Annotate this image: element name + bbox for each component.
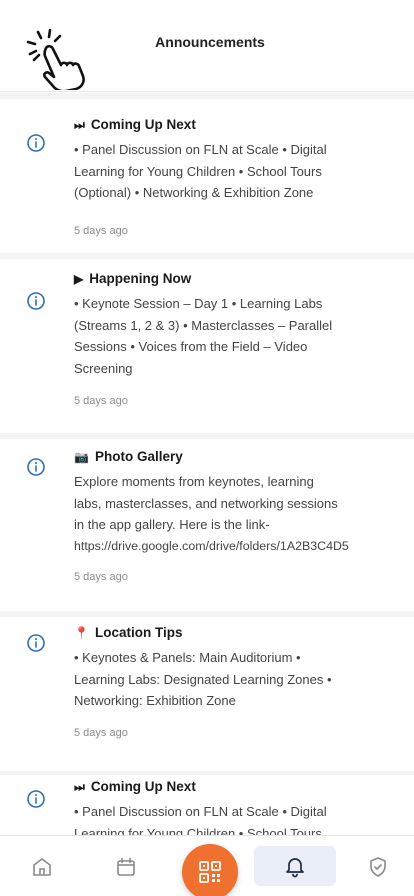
announcement-body: • Panel Discussion on FLN at Scale • Dig…: [74, 142, 327, 200]
announcement-title: 📷 Photo Gallery: [74, 449, 183, 464]
info-icon: [27, 790, 45, 808]
announcement-time: 5 days ago: [74, 395, 128, 407]
announcement-title: ▶ Happening Now: [74, 271, 192, 286]
info-icon: [27, 458, 45, 476]
info-icon: [27, 634, 45, 652]
announcement-time: 5 days ago: [74, 225, 128, 237]
shield-check-icon[interactable]: [366, 855, 390, 879]
announcement-card[interactable]: 📍 Location Tips • Keynotes & Panels: Main…: [0, 617, 414, 771]
info-icon: [27, 292, 45, 310]
calendar-icon[interactable]: [114, 855, 138, 879]
announcement-title: 📍 Location Tips: [74, 625, 183, 640]
next-track-icon: ⏭: [74, 118, 85, 132]
bottom-nav: [0, 835, 414, 896]
home-icon[interactable]: [30, 855, 54, 879]
announcement-time: 5 days ago: [74, 571, 128, 583]
next-track-icon: ⏭: [74, 780, 85, 794]
announcement-card[interactable]: ▶ Happening Now • Keynote Session – Day 1…: [0, 259, 414, 433]
play-icon: ▶: [74, 272, 84, 286]
tab-announcements[interactable]: [254, 846, 336, 886]
announcement-title: ⏭ Coming Up Next: [74, 117, 196, 132]
announcement-body: • Keynote Session – Day 1 • Learning Lab…: [74, 296, 333, 376]
announcement-card[interactable]: ⏭ Coming Up Next • Panel Discussion on FL…: [0, 99, 414, 253]
announcement-body: • Panel Discussion on FLN at Scale • Dig…: [74, 804, 327, 835]
camera-icon: 📷: [74, 450, 89, 464]
announcement-card[interactable]: ⏭ Coming Up Next • Panel Discussion on FL…: [0, 775, 414, 835]
announcement-time: 5 days ago: [74, 727, 128, 739]
announcement-body: • Keynotes & Panels: Main Auditorium • L…: [74, 650, 332, 708]
page-title: Announcements: [155, 34, 265, 50]
bell-icon: [286, 858, 304, 878]
info-icon: [27, 134, 45, 152]
announcement-title: ⏭ Coming Up Next: [74, 779, 196, 794]
announcement-card[interactable]: 📷 Photo Gallery Explore moments from keyn…: [0, 439, 414, 611]
header: Announcements: [0, 0, 414, 92]
qr-scan-button[interactable]: [182, 844, 238, 896]
qr-code-icon: [199, 861, 221, 883]
location-pin-icon: 📍: [74, 626, 89, 640]
announcement-body: Explore moments from keynotes, learning …: [74, 474, 349, 553]
announcements-list[interactable]: ⏭ Coming Up Next • Panel Discussion on FL…: [0, 93, 414, 835]
